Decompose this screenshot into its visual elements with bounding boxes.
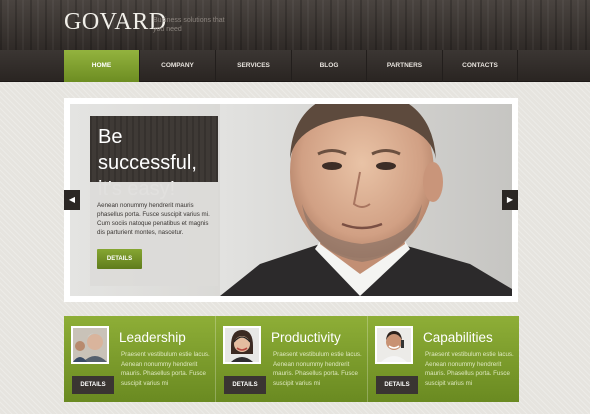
productivity-details-button[interactable]: DETAILS [224, 376, 266, 394]
nav-item-partners[interactable]: PARTNERS [366, 50, 442, 82]
site-header: GOVARD Business solutions that you need [0, 0, 590, 50]
feature-title: Productivity [271, 330, 341, 345]
leadership-photo [71, 326, 109, 364]
hero-headline: Be successful, it's easy! [90, 116, 218, 200]
nav-item-blog[interactable]: BLOG [291, 50, 366, 82]
slider-prev-button[interactable]: ◀ [64, 190, 80, 210]
hero-headline-line1: Be successful, [98, 126, 197, 174]
hero-slide: Be successful, it's easy! Aenean nonummy… [70, 104, 512, 296]
nav-item-home[interactable]: HOME [64, 50, 139, 82]
feature-leadership: Leadership Praesent vestibulum estie lac… [64, 316, 216, 402]
hero-details-button[interactable]: DETAILS [97, 249, 142, 269]
hero-slider: Be successful, it's easy! Aenean nonummy… [64, 98, 518, 302]
productivity-photo [223, 326, 261, 364]
site-tagline: Business solutions that you need [153, 17, 225, 33]
slider-next-button[interactable]: ▶ [502, 190, 518, 210]
feature-capabilities: Capabilities Praesent vestibulum estie l… [368, 316, 519, 402]
feature-text: Praesent vestibulum estie lacus. Aenean … [273, 351, 362, 387]
feature-text: Praesent vestibulum estie lacus. Aenean … [425, 351, 514, 387]
nav-item-company[interactable]: COMPANY [139, 50, 215, 82]
feature-title: Leadership [119, 330, 186, 345]
feature-title: Capabilities [423, 330, 493, 345]
capabilities-details-button[interactable]: DETAILS [376, 376, 418, 394]
arrow-right-icon: ▶ [506, 195, 514, 204]
nav-item-services[interactable]: SERVICES [215, 50, 291, 82]
hero-description: Aenean nonummy hendrerit mauris phasellu… [97, 202, 210, 236]
site-logo[interactable]: GOVARD [64, 9, 167, 36]
main-nav: HOME COMPANY SERVICES BLOG PARTNERS CONT… [0, 50, 590, 82]
leadership-details-button[interactable]: DETAILS [72, 376, 114, 394]
features-row: Leadership Praesent vestibulum estie lac… [64, 316, 519, 402]
feature-text: Praesent vestibulum estie lacus. Aenean … [121, 351, 210, 387]
hero-text-box: Aenean nonummy hendrerit mauris phasellu… [90, 182, 218, 286]
feature-productivity: Productivity Praesent vestibulum estie l… [216, 316, 368, 402]
nav-item-contacts[interactable]: CONTACTS [442, 50, 518, 82]
arrow-left-icon: ◀ [68, 195, 76, 204]
capabilities-photo [375, 326, 413, 364]
